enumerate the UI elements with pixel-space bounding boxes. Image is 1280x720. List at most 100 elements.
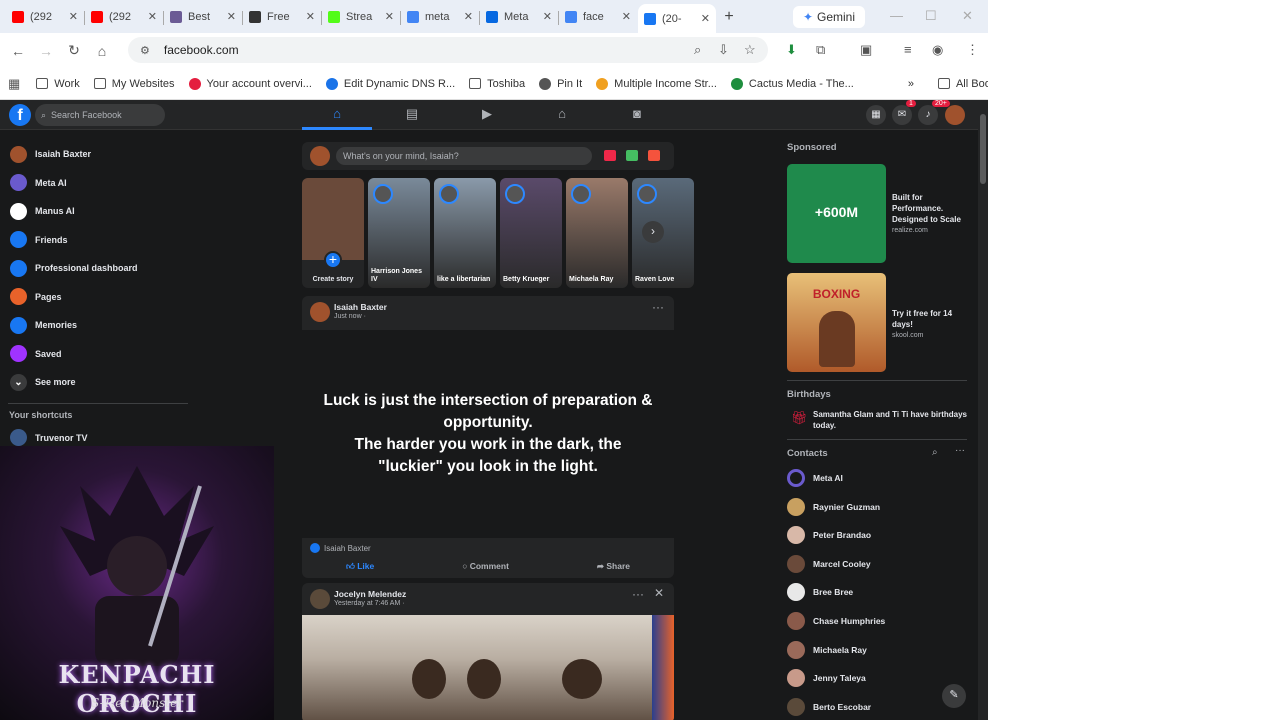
minimize-icon[interactable]: — [890,8,903,23]
home-tab-icon[interactable]: ⌂ [322,106,352,121]
contact-item[interactable]: Raynier Guzman [787,496,880,518]
composer-input[interactable]: What's on your mind, Isaiah? [336,147,592,165]
profile-icon[interactable]: ◉ [932,42,943,58]
story-card[interactable]: Betty Krueger [500,178,562,288]
ad-image[interactable]: +600M [787,164,886,263]
apps-icon[interactable]: ▦ [8,76,20,92]
close-tab-icon[interactable]: ✕ [701,12,710,25]
close-tab-icon[interactable]: ✕ [69,10,78,23]
ad-card[interactable]: +600M Built for Performance. Designed to… [787,164,967,264]
gaming-tab-icon[interactable]: ◙ [622,106,652,121]
contact-item[interactable]: Chase Humphries [787,610,885,632]
extensions-icon[interactable]: ⧉ [816,42,825,58]
sidebar-item[interactable]: Meta AI [0,169,200,198]
photo-icon[interactable] [626,150,638,161]
post-author[interactable]: Isaiah Baxter [334,302,387,312]
home-icon[interactable]: ⌂ [88,43,116,59]
facebook-logo[interactable]: f [9,104,31,126]
bookmark-item[interactable]: Edit Dynamic DNS R... [325,77,455,90]
ad-text[interactable]: Built for Performance. Designed to Scale… [892,192,967,236]
avatar[interactable] [310,589,330,609]
close-tab-icon[interactable]: ✕ [464,10,473,23]
sidebar-item[interactable]: ⌄ See more [0,368,200,397]
contact-item[interactable]: Meta AI [787,467,843,489]
bookmark-item[interactable]: Cactus Media - The... [730,77,854,90]
share-button[interactable]: ➦ Share [597,561,630,572]
browser-tab[interactable]: Meta ✕ [480,4,559,30]
ad-text[interactable]: Try it free for 14 days! skool.com [892,308,967,341]
browser-tab[interactable]: Free ✕ [243,4,322,30]
media-icon[interactable]: ≡ [904,42,912,57]
contact-item[interactable]: Berto Escobar [787,696,871,718]
marketplace-tab-icon[interactable]: ⌂ [547,106,577,121]
story-card[interactable]: Harrison Jones IV [368,178,430,288]
sidebar-item[interactable]: Saved [0,340,200,369]
messenger-icon[interactable]: ✉ [892,105,912,125]
close-tab-icon[interactable]: ✕ [622,10,631,23]
close-tab-icon[interactable]: ✕ [306,10,315,23]
contact-item[interactable]: Marcel Cooley [787,553,871,575]
zoom-icon[interactable]: ⌕ [694,42,701,58]
bookmark-item[interactable]: Toshiba [469,78,525,90]
close-tab-icon[interactable]: ✕ [543,10,552,23]
video-tab-icon[interactable]: ▶ [472,106,502,122]
url-text[interactable]: facebook.com [164,43,239,57]
close-tab-icon[interactable]: ✕ [385,10,394,23]
story-card[interactable]: Michaela Ray [566,178,628,288]
post-author[interactable]: Jocelyn Melendez [334,589,406,599]
sidepanel-icon[interactable]: ▣ [860,42,872,58]
sidebar-item[interactable]: Professional dashboard [0,254,200,283]
menu-grid-icon[interactable]: ▦ [866,105,886,125]
close-icon[interactable]: ✕ [654,586,664,600]
contact-item[interactable]: Bree Bree [787,581,853,603]
site-info-icon[interactable]: ⚙ [140,44,150,57]
create-story-card[interactable]: + Create story [302,178,364,288]
more-options-icon[interactable]: ··· [652,300,664,314]
stories-next-icon[interactable]: › [642,221,664,243]
sidebar-item[interactable]: Isaiah Baxter [0,140,200,169]
forward-icon[interactable]: → [32,43,60,59]
scroll-thumb[interactable] [980,114,986,184]
browser-tab[interactable]: (20- ✕ [638,4,716,33]
close-tab-icon[interactable]: ✕ [227,10,236,23]
reload-icon[interactable]: ↻ [60,42,88,59]
bookmark-item[interactable]: Your account overvi... [188,77,312,90]
menu-icon[interactable]: ⋮ [966,42,979,58]
bookmark-item[interactable]: Pin It [539,77,582,90]
reel-icon[interactable] [648,150,660,161]
sidebar-item[interactable]: Manus AI [0,197,200,226]
birthday-text[interactable]: Samantha Glam and Ti Ti have birthdays t… [813,409,967,431]
post-photo[interactable] [302,615,674,720]
page-scrollbar[interactable] [978,100,988,720]
browser-tab[interactable]: (292 ✕ [6,4,85,30]
browser-tab[interactable]: face ✕ [559,4,637,30]
post-time[interactable]: Just now · [334,313,366,320]
story-card[interactable]: like a libertarian [434,178,496,288]
avatar[interactable] [310,146,330,166]
address-bar[interactable]: ⚙ facebook.com ⌕ ⇩ ☆ [128,37,768,63]
live-video-icon[interactable] [604,150,616,161]
browser-tab[interactable]: (292 ✕ [85,4,164,30]
install-icon[interactable]: ⇩ [718,42,729,58]
extension-download-icon[interactable]: ⬇ [786,42,797,58]
bookmark-item[interactable]: My Websites [93,78,175,90]
more-bookmarks-button[interactable]: » [908,78,914,90]
contact-item[interactable]: Peter Brandao [787,524,871,546]
ad-card[interactable]: BOXING Try it free for 14 days! skool.com [787,273,967,373]
bookmark-item[interactable]: Work [36,78,80,90]
sidebar-item[interactable]: Pages [0,283,200,312]
close-window-icon[interactable]: ✕ [962,8,973,24]
gemini-button[interactable]: ✦ Gemini [793,6,865,28]
contact-item[interactable]: Jenny Taleya [787,667,866,689]
account-avatar[interactable] [945,105,965,125]
like-button[interactable]: 👍︎ Like [346,561,374,572]
contacts-more-icon[interactable]: ··· [955,445,965,456]
browser-tab[interactable]: meta ✕ [401,4,480,30]
ad-image[interactable]: BOXING [787,273,886,372]
comment-button[interactable]: ○ Comment [462,561,509,571]
notifications-icon[interactable]: ♪ [918,105,938,125]
close-tab-icon[interactable]: ✕ [148,10,157,23]
search-contacts-icon[interactable]: ⌕ [932,447,938,458]
contact-item[interactable]: Michaela Ray [787,639,867,661]
bookmark-star-icon[interactable]: ☆ [744,42,756,58]
